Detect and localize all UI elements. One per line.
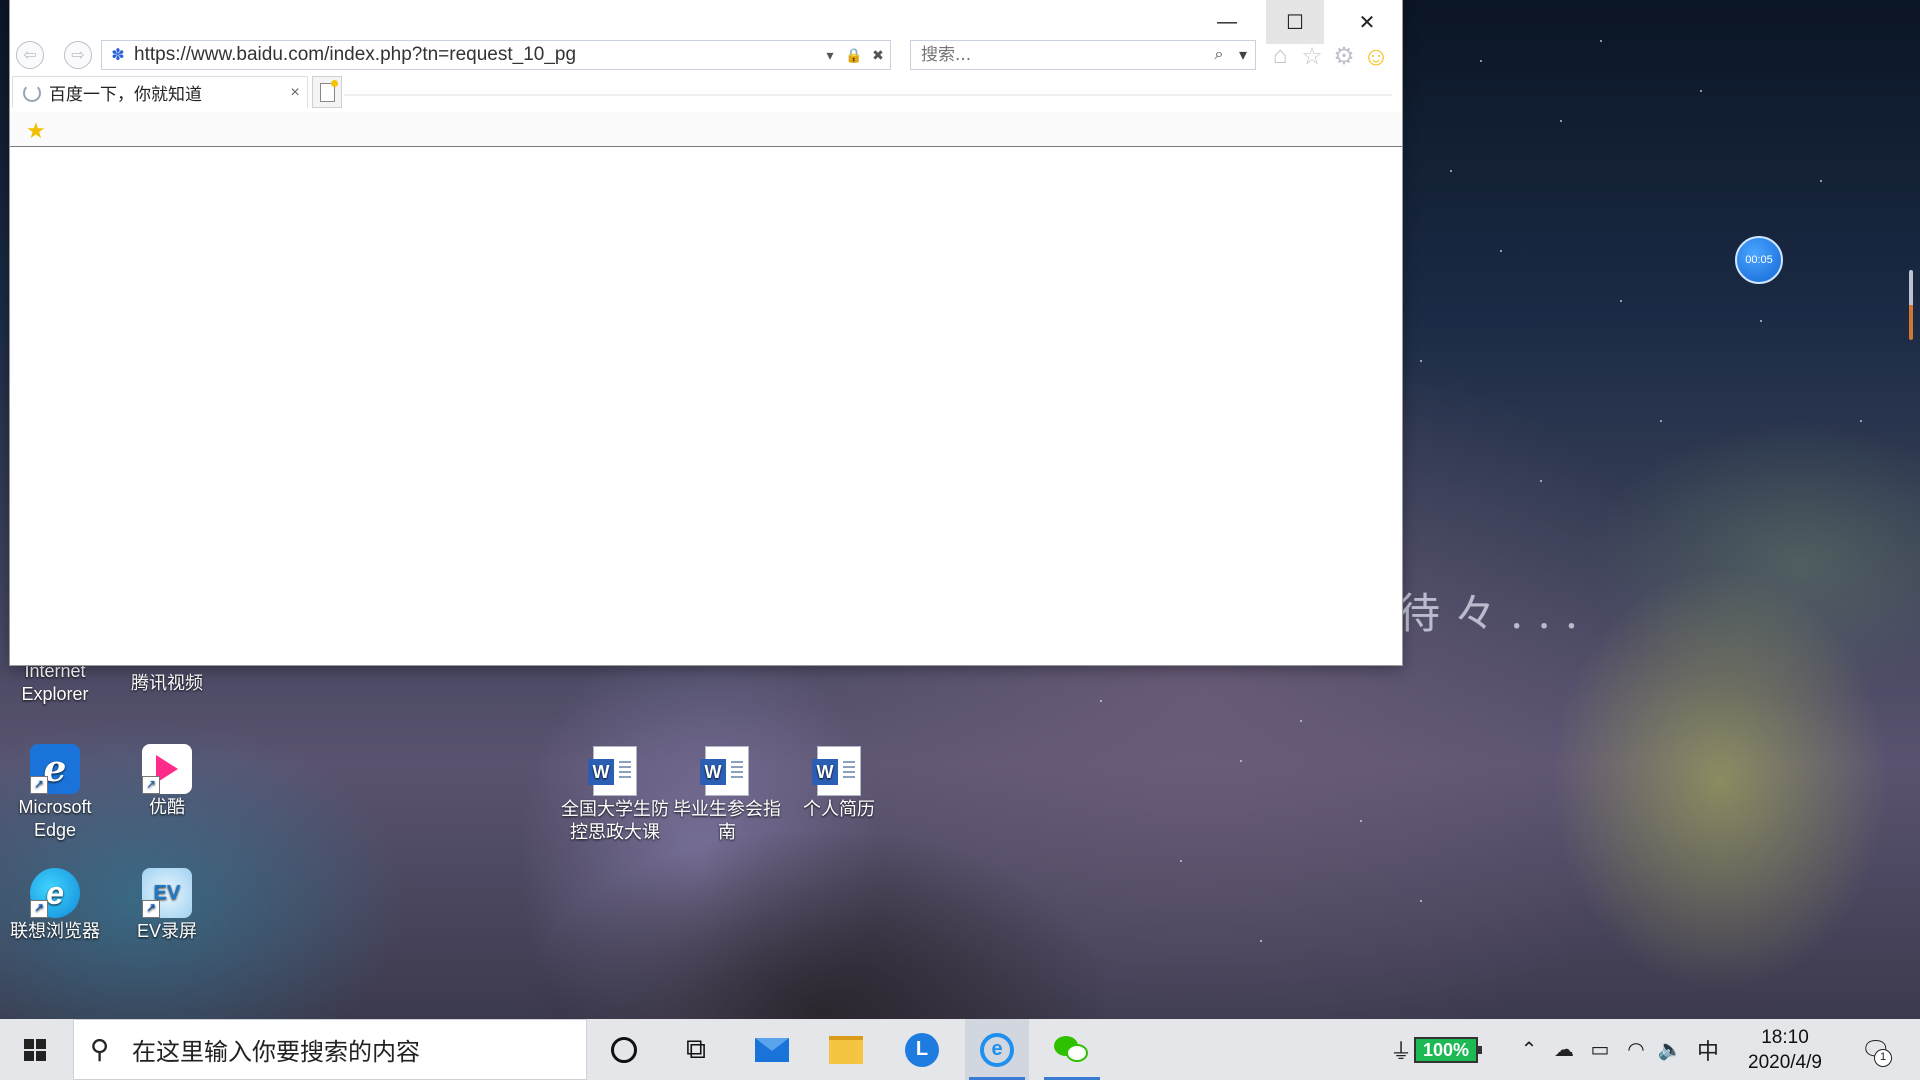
lock-icon[interactable]: 🔒 [842,47,866,64]
search-icon[interactable]: ⌕ [1207,46,1231,64]
doc-label-1: 毕业生参会指 [673,799,781,819]
youku-icon: ↗ [142,744,192,794]
tab-title: 百度一下，你就知道 [49,85,202,105]
doc-label-1: 个人简历 [803,799,875,819]
doc-label-2: 南 [718,822,736,842]
shortcut-arrow-icon: ↗ [30,900,48,918]
ev-recorder-icon: EV ↗ [142,868,192,918]
loading-spinner-icon [23,83,41,102]
stop-loading-icon[interactable]: ✖ [866,47,890,64]
search-input[interactable] [919,44,1207,66]
shortcut-arrow-icon: ↗ [30,776,48,794]
wechat-taskbar-button[interactable] [1040,1019,1104,1080]
word-document-icon: W [812,746,861,796]
address-url[interactable]: https://www.baidu.com/index.php?tn=reque… [134,44,818,66]
forward-button[interactable]: ⇨ [64,41,92,69]
edge-scroll-indicator [1909,270,1913,340]
desktop-icon-youku[interactable]: ↗ 优酷 [112,744,222,819]
desktop-icon-tencent-video[interactable]: 腾讯视频 [112,672,222,695]
tab-strip-divider [344,94,1392,96]
task-view-icon: ⧉ [686,1033,706,1064]
shortcut-arrow-icon: ↗ [142,900,160,918]
edge-icon: e ↗ [30,744,80,794]
tab-close-button[interactable]: × [283,84,307,102]
desktop-icon-ev-recorder[interactable]: EV ↗ EV录屏 [112,868,222,943]
edge-label-2: Edge [33,820,77,840]
taskbar-search-placeholder: 在这里输入你要搜索的内容 [132,1038,420,1066]
taskbar: ⚲ 在这里输入你要搜索的内容 ⧉ L e ⏚ 100% ⌃ ☁ ▭ ◠ 🔈 中 … [0,1019,1920,1080]
navigation-bar: ⇦ ⇨ ✽ https://www.baidu.com/index.php?tn… [10,38,1402,74]
volume-icon[interactable]: 🔈 [1654,1019,1686,1080]
baidu-paw-icon: ✽ [111,47,125,64]
tab-baidu[interactable]: 百度一下，你就知道 × [12,76,308,108]
new-tab-button[interactable] [312,76,342,108]
search-box[interactable]: ⌕ ▾ [910,40,1256,70]
back-button[interactable]: ⇦ [16,41,44,69]
power-plug-icon: ⏚ [1390,1039,1413,1064]
add-favorite-star-icon[interactable]: ★ [26,118,46,144]
desktop-icon-internet-explorer[interactable]: Internet Explorer [0,660,110,706]
desktop-doc-graduate-guide[interactable]: W 毕业生参会指 南 [672,746,782,844]
lenovo-browser-icon: e ↗ [30,868,80,918]
search-icon: ⚲ [90,1034,110,1064]
favorites-bar: ★ [10,112,1402,147]
wechat-icon [1054,1035,1090,1064]
internet-explorer-icon: e [980,1032,1014,1067]
doc-label-2: 控思政大课 [570,822,660,842]
clock-app-icon: L [905,1032,939,1067]
new-tab-icon [319,79,338,102]
onedrive-cloud-icon[interactable]: ☁ [1548,1019,1580,1080]
page-content-area[interactable] [10,147,1402,665]
clock-time: 18:10 [1761,1027,1809,1048]
input-method-indicator[interactable]: 中 [1692,1019,1724,1080]
clock-app-button[interactable]: L [890,1019,954,1080]
recording-timer-bubble[interactable]: 00:05 [1735,236,1783,284]
battery-level: 100% [1414,1037,1483,1063]
shortcut-arrow-icon: ↗ [142,776,160,794]
system-clock[interactable]: 18:10 2020/4/9 [1730,1025,1840,1075]
start-button[interactable] [0,1019,70,1080]
word-document-icon: W [588,746,637,796]
lenovo-browser-label: 联想浏览器 [10,921,100,941]
notification-count: 1 [1874,1049,1892,1067]
desktop-icon-microsoft-edge[interactable]: e ↗ Microsoft Edge [0,744,110,842]
cortana-icon [611,1036,637,1063]
internet-explorer-window: — ☐ ✕ ⇦ ⇨ ✽ https://www.baidu.com/index.… [10,0,1402,665]
task-view-button[interactable]: ⧉ [664,1019,728,1080]
youku-label: 优酷 [149,797,185,817]
desktop-icon-lenovo-browser[interactable]: e ↗ 联想浏览器 [0,868,110,943]
taskbar-search-box[interactable]: ⚲ 在这里输入你要搜索的内容 [73,1019,587,1080]
battery-tray-icon[interactable]: ▭ [1584,1019,1616,1080]
tools-gear-icon[interactable]: ⚙ [1330,42,1358,70]
wallpaper-text: 待々... [1398,589,1593,638]
favorites-icon[interactable]: ☆ [1298,42,1326,70]
tencent-video-label: 腾讯视频 [131,673,203,693]
cortana-button[interactable] [592,1019,656,1080]
clock-date: 2020/4/9 [1748,1052,1822,1073]
action-center-button[interactable]: 🗨 1 [1856,1033,1896,1067]
file-explorer-button[interactable] [814,1019,878,1080]
search-dropdown-icon[interactable]: ▾ [1231,45,1255,65]
home-icon[interactable]: ⌂ [1266,42,1294,70]
internet-explorer-taskbar-button[interactable]: e [965,1019,1029,1080]
address-bar[interactable]: ✽ https://www.baidu.com/index.php?tn=req… [101,40,891,70]
folder-icon [829,1035,863,1064]
desktop-doc-anti-epidemic-course[interactable]: W 全国大学生防 控思政大课 [560,746,670,844]
mail-app-button[interactable] [740,1019,804,1080]
desktop-doc-resume[interactable]: W 个人简历 [784,746,894,821]
word-document-icon: W [700,746,749,796]
show-hidden-icons-chevron[interactable]: ⌃ [1514,1019,1544,1080]
edge-label-1: Microsoft [18,797,92,817]
ie-desktop-label-2: Explorer [21,684,89,704]
ev-recorder-label: EV录屏 [136,921,197,941]
doc-label-1: 全国大学生防 [561,799,669,819]
feedback-smiley-icon[interactable]: ☺ [1362,41,1390,71]
mail-icon [755,1037,789,1062]
tab-strip: 百度一下，你就知道 × [10,76,1402,108]
wifi-icon[interactable]: ◠ [1620,1019,1652,1080]
windows-logo-icon [24,1038,46,1061]
address-dropdown-icon[interactable]: ▾ [818,47,842,64]
battery-widget[interactable]: ⏚ 100% [1390,1033,1483,1067]
